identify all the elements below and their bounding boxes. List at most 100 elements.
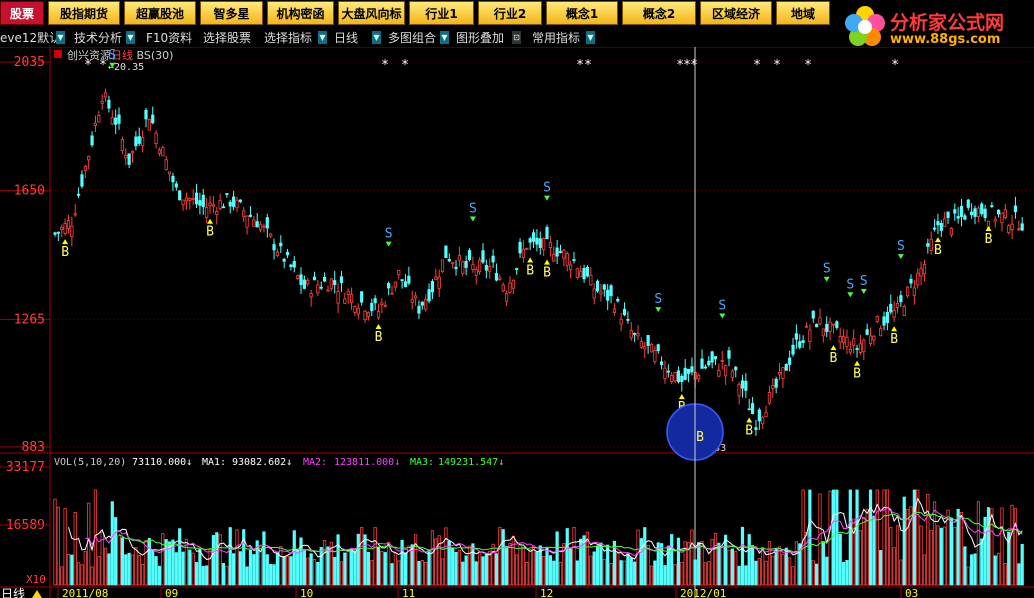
dropdown-arrow-icon[interactable]: ▼ [586, 31, 595, 44]
volume-bar [525, 561, 529, 586]
dropdown-arrow-icon[interactable]: ▼ [372, 31, 381, 44]
volume-bar [690, 529, 694, 586]
candle-body [616, 299, 620, 302]
nav-button-6[interactable]: 行业1 [409, 1, 474, 25]
volume-bar [451, 547, 455, 586]
candle-body [761, 416, 765, 425]
candle-body [232, 196, 236, 207]
toolbar-item-8[interactable]: 常用指标 [532, 29, 580, 46]
volume-bar [387, 542, 391, 586]
volume-bar [818, 493, 822, 586]
candle-body [322, 276, 327, 282]
nav-button-9[interactable]: 概念2 [622, 1, 696, 25]
volume-bar [508, 543, 512, 586]
nav-button-7[interactable]: 行业2 [478, 1, 542, 25]
candle-body [599, 291, 603, 295]
nav-button-4[interactable]: 机构密函 [267, 1, 334, 25]
volume-bar [676, 537, 681, 586]
candle-body [629, 330, 633, 339]
x-axis-label: 2012/01 [680, 587, 726, 598]
candle-body [916, 272, 920, 286]
volume-bar [194, 562, 199, 586]
dropdown-arrow-icon[interactable]: ▼ [126, 31, 135, 44]
toolbar-item-6[interactable]: 多图组合 [388, 29, 436, 46]
candle-body [872, 335, 876, 341]
candle-body [366, 312, 371, 317]
nav-button-2[interactable]: 超赢股池 [124, 1, 196, 25]
candle-body [420, 301, 424, 306]
candle-body [562, 249, 566, 259]
volume-bar [265, 554, 269, 586]
volume-bar [248, 549, 253, 586]
nav-button-11[interactable]: 地域 [776, 1, 830, 25]
toolbar-item-4[interactable]: 选择指标 [264, 29, 312, 46]
sell-arrow-icon [469, 216, 476, 222]
nav-button-0[interactable]: 股票 [0, 1, 44, 25]
candle-body [498, 277, 502, 280]
toolbar-item-1[interactable]: 技术分析 [74, 29, 122, 46]
signal-star-icon: * [773, 58, 781, 73]
volume-bar [801, 489, 805, 586]
candle-body [292, 261, 296, 268]
volume-bar [141, 564, 145, 586]
toolbar-item-3[interactable]: 选择股票 [203, 29, 251, 46]
volume-bar [791, 566, 795, 586]
toolbar-item-7[interactable]: 图形叠加 [456, 29, 504, 46]
candle-body [798, 341, 802, 348]
candle-body [646, 335, 650, 346]
candle-body [997, 209, 1001, 215]
candle-body [76, 193, 81, 196]
candle-body [676, 370, 681, 383]
volume-bar [225, 565, 229, 586]
candle-body [639, 341, 643, 348]
candle-body [777, 371, 782, 375]
candle-body [740, 380, 745, 389]
toolbar-item-2[interactable]: F10资料 [146, 29, 192, 46]
volume-bar [66, 553, 71, 586]
candle-body [899, 295, 903, 303]
candle-body [838, 335, 842, 343]
candle-body [333, 280, 337, 285]
volume-bar [390, 563, 394, 586]
ma1-value: 93082.602↓ [232, 457, 292, 468]
nav-button-5[interactable]: 大盘风向标 [338, 1, 405, 25]
buy-marker: B [830, 351, 838, 366]
sell-arrow-icon [385, 241, 392, 247]
vol-value: 73110.000↓ [132, 457, 192, 468]
toolbar-item-0[interactable]: eve12默认 [0, 29, 61, 46]
sell-arrow-icon [860, 288, 867, 294]
candle-body [713, 356, 718, 360]
nav-button-1[interactable]: 股指期货 [48, 1, 120, 25]
candle-body [879, 328, 883, 337]
candle-body [302, 279, 306, 289]
candle-body [1010, 223, 1014, 230]
stock-chart[interactable]: 203516501265883创兴资源日线 BS(30)* * * * * * * * * * * *… [0, 47, 1034, 598]
dropdown-arrow-icon[interactable]: ▼ [56, 31, 65, 44]
candle-body [993, 218, 997, 222]
dropdown-arrow-icon[interactable]: ▼ [318, 31, 327, 44]
toolbar-item-5[interactable]: 日线 [334, 29, 358, 46]
candle-body [788, 357, 792, 365]
nav-button-3[interactable]: 智多星 [200, 1, 263, 25]
volume-bar [498, 526, 502, 586]
volume-bar [956, 508, 960, 586]
candle-body [724, 365, 728, 377]
candle-body [255, 221, 259, 228]
sell-arrow-icon [544, 195, 551, 201]
volume-bar [346, 549, 350, 586]
price-axis-label: 1265 [14, 312, 45, 327]
ma2-line [85, 506, 1023, 557]
x-axis-label: 09 [165, 587, 178, 598]
dropdown-arrow-icon[interactable]: ▼ [440, 31, 449, 44]
nav-button-8[interactable]: 概念1 [546, 1, 618, 25]
buy-marker: B [890, 332, 898, 347]
candle-body [579, 271, 583, 278]
nav-button-10[interactable]: 区域经济 [700, 1, 772, 25]
candle-body [201, 194, 205, 208]
buy-arrow-icon [62, 239, 69, 245]
candle-body [504, 293, 509, 302]
volume-bar [157, 565, 162, 586]
lock-icon[interactable]: ⊡ [512, 31, 521, 44]
volume-bar [457, 549, 462, 586]
ma3-label: MA3: [410, 457, 434, 468]
